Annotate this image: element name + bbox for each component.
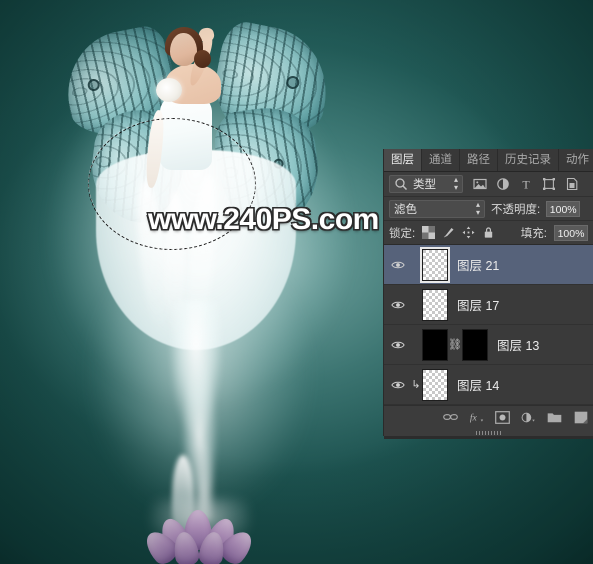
layer-visibility-toggle[interactable] — [386, 300, 410, 310]
layer-thumbnail[interactable] — [422, 288, 448, 321]
layer-filter-icon-group[interactable]: T — [473, 177, 579, 191]
eye-icon[interactable] — [391, 340, 405, 350]
blend-mode-value: 滤色 — [394, 203, 417, 216]
layer-thumbnail[interactable] — [422, 368, 448, 401]
fill-label: 填充: — [520, 227, 547, 240]
fill-input[interactable]: 100% — [554, 224, 588, 241]
lock-transparent-pixels-icon[interactable] — [422, 226, 436, 239]
eye-icon[interactable] — [391, 300, 405, 310]
layer-thumbnail[interactable] — [422, 328, 448, 361]
adjustment-layer-filter-icon[interactable] — [496, 177, 510, 191]
lock-image-pixels-icon[interactable] — [442, 226, 455, 239]
lock-label: 锁定: — [389, 227, 416, 240]
tab-history[interactable]: 历史记录 — [498, 149, 559, 171]
clipping-mask-arrow-icon: ↳ — [411, 379, 421, 391]
new-adjustment-layer-icon[interactable] — [521, 410, 536, 424]
layer-style-fx-icon[interactable]: fx — [469, 410, 484, 424]
bride-face — [170, 33, 197, 66]
tab-channels[interactable]: 通道 — [422, 149, 460, 171]
add-layer-mask-icon[interactable] — [495, 410, 510, 424]
layer-name[interactable]: 图层 21 — [457, 255, 499, 274]
layer-thumbnail[interactable] — [420, 246, 450, 283]
chevron-updown-icon[interactable]: ▴ ▾ — [476, 200, 480, 217]
tab-paths[interactable]: 路径 — [460, 149, 498, 171]
lock-all-icon[interactable] — [482, 226, 495, 239]
table-row[interactable]: ⛓ 图层 13 — [384, 325, 593, 365]
smart-object-filter-icon[interactable] — [565, 177, 579, 191]
table-row[interactable]: 图层 21 — [384, 245, 593, 285]
layer-name[interactable]: 图层 17 — [457, 295, 499, 314]
table-row[interactable]: 图层 17 — [384, 285, 593, 325]
opacity-input[interactable]: 100% — [546, 200, 581, 217]
svg-text:T: T — [522, 178, 530, 192]
mask-link-icon[interactable]: ⛓ — [448, 338, 462, 351]
blend-mode-dropdown[interactable]: 滤色 ▴ ▾ — [389, 199, 485, 218]
layers-panel-footer[interactable]: fx — [384, 405, 593, 435]
watermark-text: www.240PS.com — [148, 203, 379, 236]
shoulder-flower — [156, 78, 182, 102]
bride-hair-bun — [194, 50, 211, 68]
panel-resize-grip[interactable] — [475, 431, 502, 435]
panel-tab-strip[interactable]: 图层 通道 路径 历史记录 动作 — [384, 149, 593, 172]
new-layer-icon[interactable] — [573, 410, 588, 424]
link-layers-icon[interactable] — [443, 410, 458, 424]
magnifier-icon — [395, 178, 408, 191]
table-row[interactable]: ↳ 图层 14 — [384, 365, 593, 405]
type-layer-filter-icon[interactable]: T — [519, 177, 533, 192]
opacity-label: 不透明度: — [491, 203, 541, 216]
chevron-updown-icon[interactable]: ▴ ▾ — [454, 176, 458, 192]
layer-visibility-toggle[interactable] — [386, 340, 410, 350]
eye-icon[interactable] — [391, 260, 405, 270]
svg-text:fx: fx — [470, 413, 478, 424]
lock-position-icon[interactable] — [462, 226, 475, 239]
layer-filter-row[interactable]: 类型 ▴ ▾ T — [384, 172, 593, 197]
layers-panel[interactable]: 图层 通道 路径 历史记录 动作 类型 ▴ ▾ T 滤色 ▴ ▾ 不透明度: 1… — [383, 149, 593, 439]
lotus-flower — [139, 510, 259, 564]
layer-list[interactable]: 图层 21 图层 17 ⛓ 图层 13 ↳ 图层 14 — [384, 245, 593, 405]
layer-name[interactable]: 图层 14 — [457, 375, 499, 394]
tab-actions[interactable]: 动作 — [559, 149, 593, 171]
layer-visibility-toggle[interactable] — [386, 380, 410, 390]
layer-visibility-toggle[interactable] — [386, 260, 410, 270]
layer-filter-kind-dropdown[interactable]: 类型 ▴ ▾ — [389, 175, 463, 193]
tab-layers[interactable]: 图层 — [384, 149, 422, 171]
new-group-icon[interactable] — [547, 410, 562, 424]
layer-name[interactable]: 图层 13 — [497, 335, 539, 354]
blend-mode-row[interactable]: 滤色 ▴ ▾ 不透明度: 100% — [384, 197, 593, 221]
eye-icon[interactable] — [391, 380, 405, 390]
shape-layer-filter-icon[interactable] — [542, 177, 556, 191]
layer-mask-thumbnail[interactable] — [462, 328, 488, 361]
filter-kind-label: 类型 — [413, 179, 436, 191]
panel-bottom-edge — [384, 436, 593, 439]
pixel-layer-filter-icon[interactable] — [473, 177, 487, 191]
lock-row[interactable]: 锁定: 填充: 100% — [384, 221, 593, 245]
